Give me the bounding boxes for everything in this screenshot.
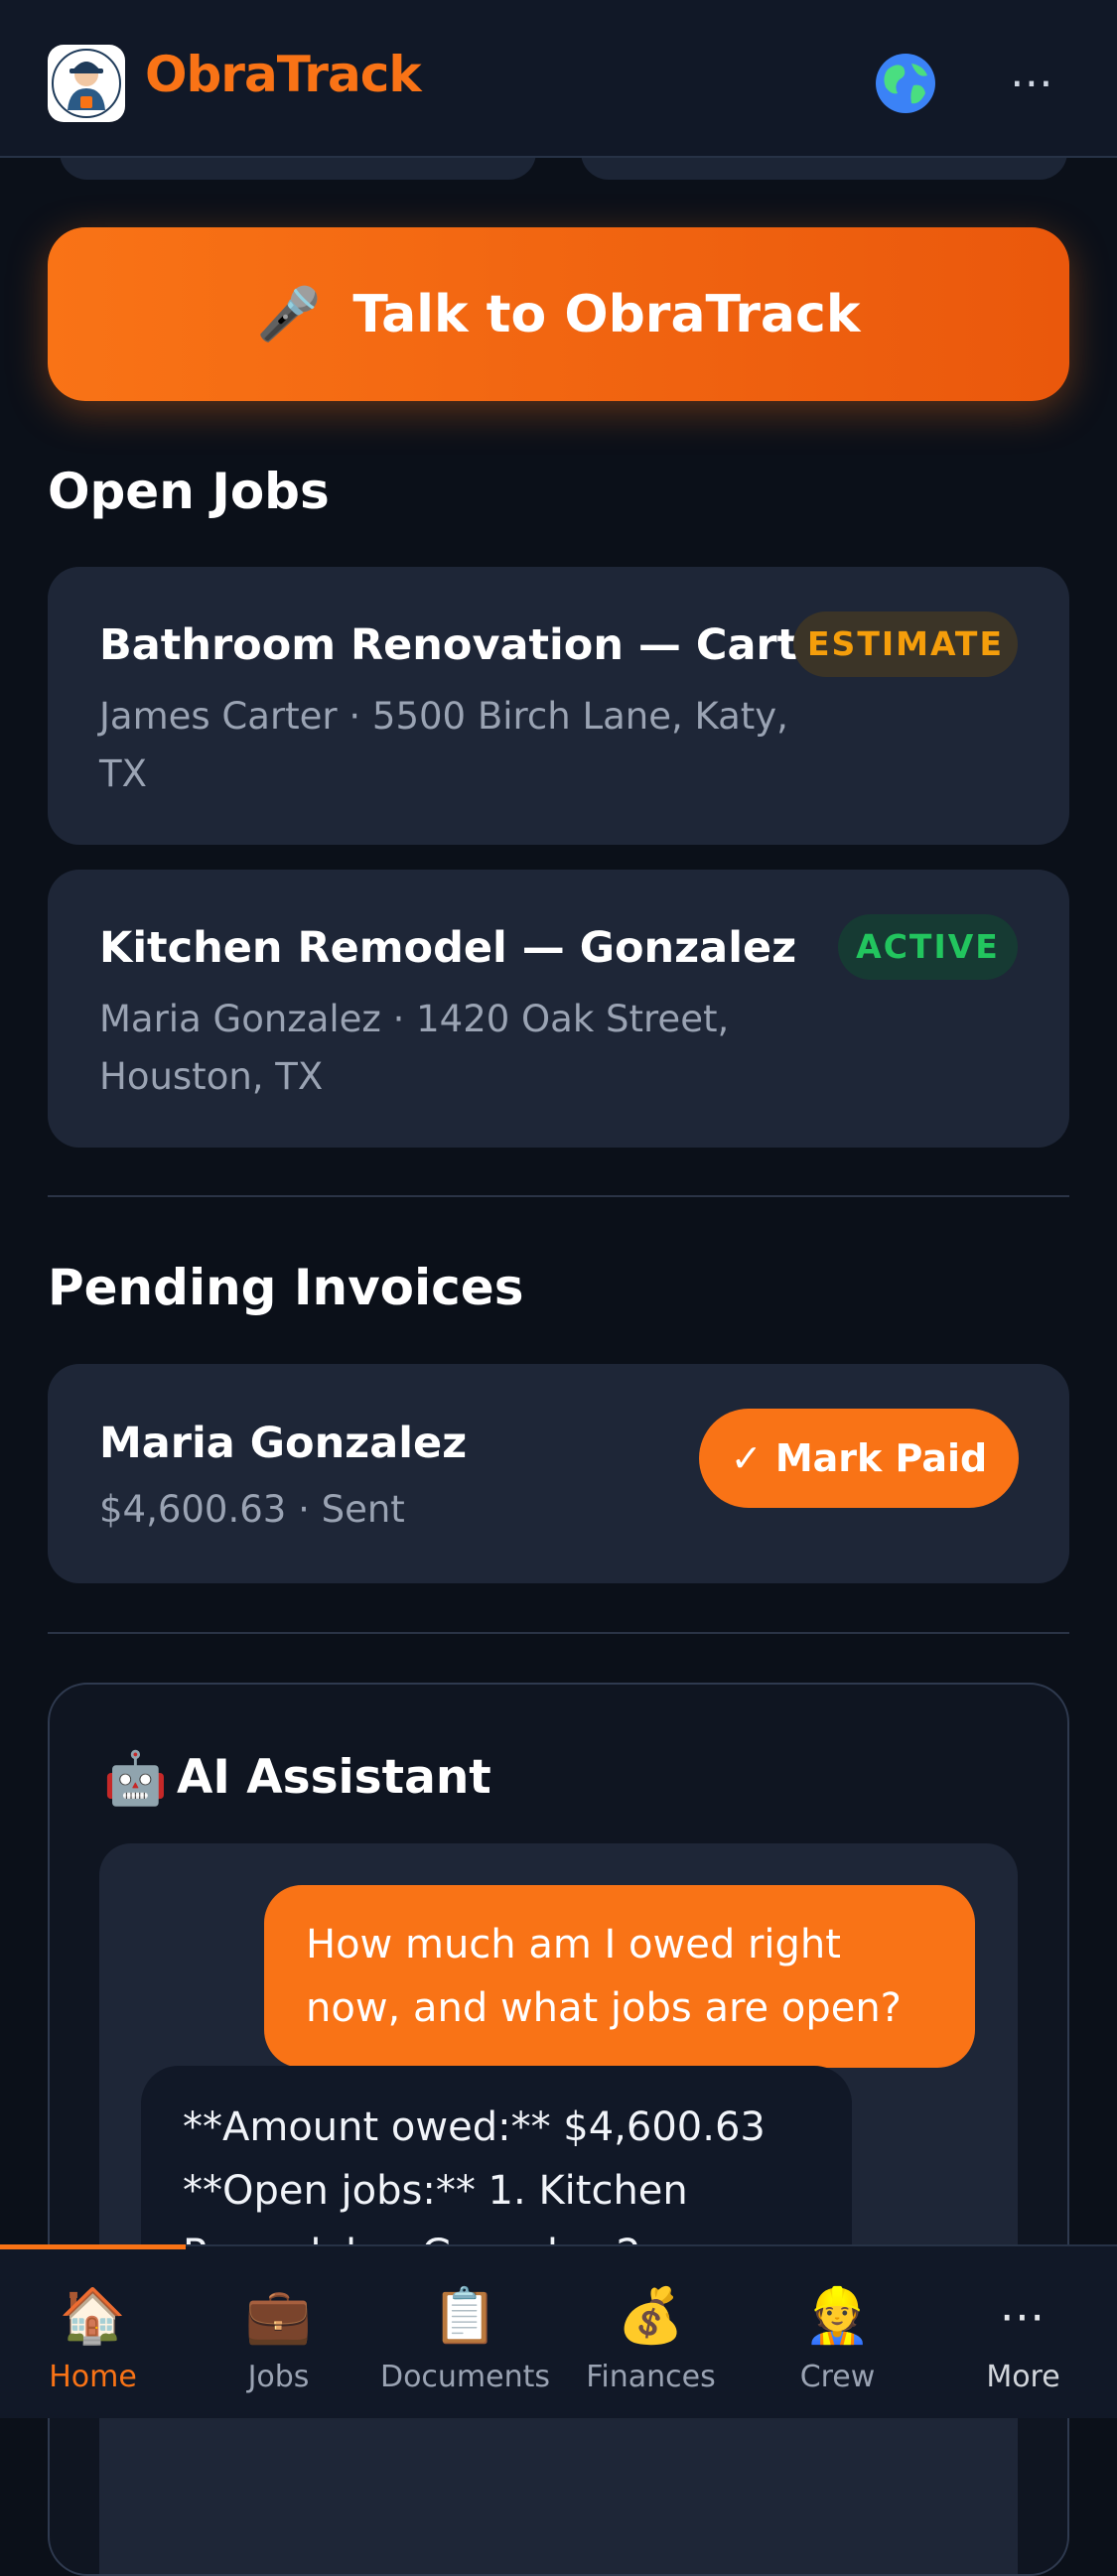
bottom-navigation: 🏠 Home 💼 Jobs 📋 Documents 💰 Finances 👷 C… <box>0 2244 1117 2418</box>
construction-worker-icon: 👷 <box>803 2284 872 2347</box>
job-client-address: Maria Gonzalez · 1420 Oak Street, Housto… <box>99 998 730 1098</box>
open-jobs-title: Open Jobs <box>48 463 330 520</box>
user-message: How much am I owed right now, and what j… <box>264 1885 975 2068</box>
section-divider <box>48 1195 1069 1197</box>
section-divider <box>48 1632 1069 1634</box>
talk-button-label: Talk to ObraTrack <box>352 284 861 344</box>
job-title: Bathroom Renovation — Carter <box>99 620 848 670</box>
invoice-card[interactable]: Maria Gonzalez $4,600.63 · Sent ✓ Mark P… <box>48 1364 1069 1583</box>
job-card[interactable]: Bathroom Renovation — Carter James Carte… <box>48 567 1069 845</box>
money-bag-icon: 💰 <box>617 2284 685 2347</box>
pending-invoices-title: Pending Invoices <box>48 1259 524 1316</box>
app-logo[interactable] <box>48 45 125 122</box>
job-client-address: James Carter · 5500 Birch Lane, Katy, TX <box>99 695 788 795</box>
nav-home[interactable]: 🏠 Home <box>0 2246 186 2420</box>
nav-jobs-label: Jobs <box>247 2360 310 2394</box>
job-title: Kitchen Remodel — Gonzalez <box>99 923 797 973</box>
nav-home-label: Home <box>49 2360 137 2394</box>
app-header: ObraTrack ⋯ <box>0 0 1117 158</box>
more-dots-icon: ⋯ <box>999 2289 1047 2343</box>
ai-assistant-title: AI Assistant <box>177 1750 491 1805</box>
invoice-amount-status: $4,600.63 · Sent <box>99 1488 405 1531</box>
app-name: ObraTrack <box>145 46 422 103</box>
talk-to-obratrack-button[interactable]: 🎤 Talk to ObraTrack <box>48 227 1069 401</box>
chat-thread[interactable]: How much am I owed right now, and what j… <box>99 1843 1018 2574</box>
robot-icon: 🤖 <box>103 1749 168 1809</box>
nav-finances[interactable]: 💰 Finances <box>558 2246 744 2420</box>
clipboard-icon: 📋 <box>431 2284 499 2347</box>
briefcase-icon: 💼 <box>244 2284 313 2347</box>
microphone-icon: 🎤 <box>256 285 322 344</box>
home-icon: 🏠 <box>59 2284 127 2347</box>
nav-finances-label: Finances <box>586 2360 716 2394</box>
nav-more-label: More <box>986 2360 1060 2394</box>
mark-paid-button[interactable]: ✓ Mark Paid <box>699 1409 1019 1508</box>
invoice-client-name: Maria Gonzalez <box>99 1419 468 1468</box>
globe-icon <box>876 54 935 113</box>
status-badge-estimate: ESTIMATE <box>793 611 1018 677</box>
nav-more[interactable]: ⋯ More <box>930 2246 1116 2420</box>
nav-crew-label: Crew <box>799 2360 876 2394</box>
more-dots-icon: ⋯ <box>1010 58 1055 108</box>
nav-crew[interactable]: 👷 Crew <box>745 2246 930 2420</box>
job-card[interactable]: Kitchen Remodel — Gonzalez Maria Gonzale… <box>48 870 1069 1148</box>
worker-logo-icon <box>52 49 121 118</box>
nav-jobs[interactable]: 💼 Jobs <box>186 2246 371 2420</box>
more-menu-button[interactable]: ⋯ <box>1001 56 1064 111</box>
ai-assistant-panel: 🤖 AI Assistant How much am I owed right … <box>48 1683 1069 2576</box>
language-globe-button[interactable] <box>874 52 937 115</box>
status-badge-active: ACTIVE <box>838 914 1018 980</box>
nav-documents-label: Documents <box>379 2360 551 2394</box>
nav-documents[interactable]: 📋 Documents <box>372 2246 558 2420</box>
